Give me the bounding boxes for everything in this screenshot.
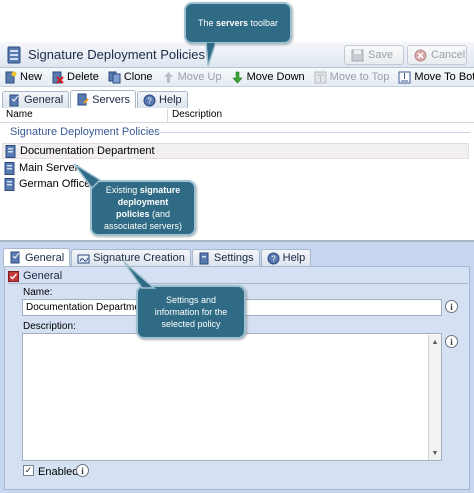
info-icon[interactable]: i: [76, 464, 89, 477]
clone-button[interactable]: Clone: [104, 69, 158, 86]
general-section-header: General: [8, 270, 62, 282]
tab-servers-label: Servers: [92, 93, 131, 106]
list-item-label: Documentation Department: [20, 145, 155, 157]
move-down-button[interactable]: Move Down: [227, 69, 310, 86]
description-label: Description:: [23, 321, 76, 332]
general-icon: [10, 251, 20, 264]
tab-general-label: General: [24, 94, 64, 106]
signature-icon: [77, 254, 90, 263]
tab-general[interactable]: General: [3, 248, 71, 266]
save-label: Save: [368, 49, 394, 61]
cancel-icon: [414, 49, 427, 61]
window-title: Signature Deployment Policies: [28, 47, 206, 62]
general-icon: [9, 94, 19, 106]
servers-toolbar: New Delete Clone Move Up Move Down Move …: [0, 68, 474, 87]
checked-icon: [8, 270, 19, 282]
callout-text: Existing: [105, 185, 140, 195]
tab-general[interactable]: General: [2, 91, 70, 108]
new-server-icon: [5, 71, 17, 83]
name-label: Name:: [23, 287, 53, 298]
delete-button[interactable]: Delete: [47, 69, 104, 86]
tab-servers[interactable]: Servers: [70, 90, 137, 108]
cancel-label: Cancel: [431, 49, 466, 61]
window-titlebar: Signature Deployment Policies Save Cance…: [0, 42, 474, 68]
arrow-up-icon: [163, 71, 173, 83]
callout-servers-toolbar: The servers toolbar: [184, 2, 292, 44]
group-divider: [150, 132, 470, 133]
move-to-top-icon: [314, 71, 327, 83]
move-to-bottom-label: Move To Bottom: [414, 71, 474, 83]
svg-text:?: ?: [147, 96, 152, 105]
list-header: Name Description: [0, 109, 474, 123]
list-item[interactable]: Documentation Department: [2, 143, 469, 159]
new-label: New: [20, 71, 43, 83]
move-up-button[interactable]: Move Up: [158, 69, 227, 86]
scroll-up-icon[interactable]: ▲: [429, 336, 441, 348]
new-button[interactable]: New: [0, 69, 47, 86]
tab-help[interactable]: ? Help: [137, 91, 188, 108]
column-header-name[interactable]: Name: [0, 109, 168, 122]
arrow-down-icon: [231, 71, 243, 83]
callout-pointer: [205, 42, 217, 67]
server-icon: [5, 144, 16, 158]
callout-text: toolbar: [248, 18, 279, 28]
clone-icon: [108, 71, 121, 83]
callout-text: Settings and information for the selecte…: [154, 295, 228, 329]
column-header-description[interactable]: Description: [168, 109, 222, 122]
enabled-label: Enabled: [38, 466, 79, 478]
move-to-top-label: Move to Top: [329, 71, 390, 83]
tab-settings-label: Settings: [213, 252, 254, 264]
tab-general-label: General: [25, 251, 65, 264]
callout-policies: Existing signature deployment policies (…: [90, 180, 196, 236]
scroll-down-icon[interactable]: ▼: [429, 447, 441, 459]
move-to-top-button[interactable]: Move to Top: [310, 69, 395, 86]
group-title: Signature Deployment Policies: [10, 126, 160, 138]
save-button[interactable]: Save: [344, 45, 404, 65]
callout-bold-text: servers: [215, 18, 249, 28]
help-icon: ?: [143, 94, 156, 106]
callout-pointer: [123, 261, 157, 289]
servers-tab-strip: General Servers ? Help: [2, 90, 189, 108]
server-icon: [4, 161, 15, 175]
list-item-label: Main Server: [19, 162, 79, 174]
enabled-checkbox[interactable]: ✓: [23, 465, 34, 476]
move-up-label: Move Up: [177, 71, 222, 83]
svg-text:?: ?: [271, 254, 276, 263]
save-icon: [351, 49, 364, 61]
description-field[interactable]: [22, 333, 442, 461]
clone-label: Clone: [123, 71, 153, 83]
settings-icon: [199, 252, 209, 264]
cancel-button[interactable]: Cancel: [407, 45, 467, 65]
servers-icon: [77, 93, 89, 106]
callout-settings: Settings and information for the selecte…: [136, 285, 246, 339]
tab-settings[interactable]: Settings: [191, 249, 260, 266]
tab-help[interactable]: ? Help: [260, 249, 312, 266]
general-section-title: General: [23, 270, 63, 282]
move-to-bottom-icon: [398, 71, 411, 83]
help-icon: ?: [267, 252, 280, 264]
server-icon: [7, 46, 21, 64]
delete-label: Delete: [67, 71, 99, 83]
tab-help-label: Help: [159, 94, 182, 106]
description-scrollbar[interactable]: ▲ ▼: [428, 335, 441, 460]
info-icon[interactable]: i: [445, 300, 458, 313]
info-icon[interactable]: i: [445, 335, 458, 348]
callout-pointer: [73, 163, 102, 190]
delete-icon: [52, 71, 64, 84]
general-section-divider: [8, 283, 468, 284]
move-to-bottom-button[interactable]: Move To Bottom: [394, 69, 474, 86]
tab-help-label: Help: [282, 252, 306, 264]
server-icon: [4, 177, 15, 191]
callout-text: The: [197, 18, 216, 28]
move-down-label: Move Down: [246, 71, 305, 83]
